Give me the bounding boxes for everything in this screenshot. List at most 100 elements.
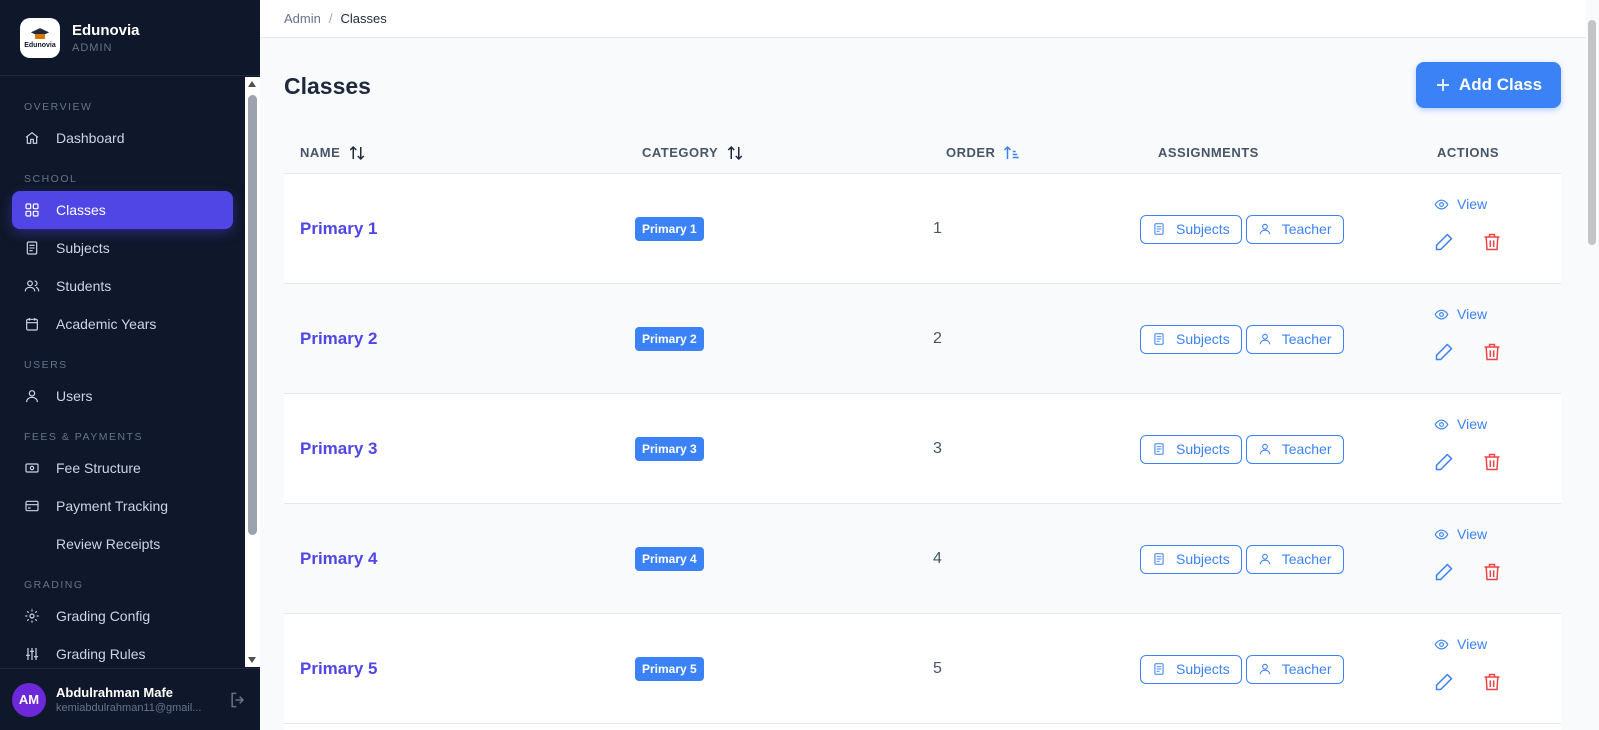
sidebar-item-dashboard[interactable]: Dashboard (12, 119, 233, 157)
user-icon (1258, 442, 1272, 456)
table-body: Primary 1 Primary 1 1 Subjects Teacher V… (284, 174, 1561, 724)
delete-icon[interactable] (1482, 672, 1502, 692)
sidebar-item-classes[interactable]: Classes (12, 191, 233, 229)
sidebar-item-label: Students (56, 278, 112, 294)
sort-ascending-icon[interactable] (1003, 144, 1021, 162)
subjects-label: Subjects (1176, 551, 1230, 567)
column-category[interactable]: CATEGORY (642, 131, 744, 174)
column-name[interactable]: NAME (300, 131, 366, 174)
view-button[interactable]: View (1434, 416, 1487, 432)
class-name-link[interactable]: Primary 3 (300, 439, 378, 459)
user-icon (24, 388, 40, 404)
scroll-up-arrow[interactable] (248, 81, 256, 87)
delete-icon[interactable] (1482, 232, 1502, 252)
main-scrollbar[interactable] (1586, 0, 1599, 730)
row-actions: View (1434, 284, 1544, 394)
brand-logo: Edunovia (20, 17, 60, 58)
class-name-link[interactable]: Primary 5 (300, 659, 378, 679)
brand[interactable]: Edunovia Edunovia ADMIN (0, 0, 260, 76)
user-icon (1258, 332, 1272, 346)
edit-icon[interactable] (1434, 342, 1454, 362)
eye-icon (1434, 307, 1449, 322)
teacher-button[interactable]: Teacher (1245, 434, 1344, 464)
sidebar-nav: OVERVIEW Dashboard SCHOOL Classes Subjects St… (0, 77, 245, 667)
order-value: 2 (933, 330, 942, 347)
view-button[interactable]: View (1434, 306, 1487, 322)
add-class-button[interactable]: Add Class (1416, 62, 1561, 108)
breadcrumb-current: Classes (340, 11, 387, 26)
column-order[interactable]: ORDER (946, 131, 1021, 174)
view-button[interactable]: View (1434, 196, 1487, 212)
nav-section-title: SCHOOL (24, 173, 78, 185)
edit-icon[interactable] (1434, 562, 1454, 582)
sidebar-item-label: Grading Config (56, 608, 151, 624)
logout-icon[interactable] (228, 690, 248, 710)
credit-card-icon (24, 498, 40, 514)
breadcrumb-admin[interactable]: Admin (284, 11, 321, 26)
sidebar-item-academic-years[interactable]: Academic Years (12, 305, 233, 343)
user-profile: AM Abdulrahman Mafe kemiabdulrahman11@gm… (0, 668, 260, 730)
view-label: View (1457, 306, 1488, 322)
class-name-link[interactable]: Primary 2 (300, 329, 378, 349)
sidebar-item-review-receipts[interactable]: Review Receipts (12, 525, 233, 563)
sidebar-item-subjects[interactable]: Subjects (12, 229, 233, 267)
edit-icon[interactable] (1434, 452, 1454, 472)
nav-section-title: GRADING (24, 579, 84, 591)
delete-icon[interactable] (1482, 452, 1502, 472)
scrollbar-thumb[interactable] (248, 95, 257, 535)
sidebar-item-students[interactable]: Students (12, 267, 233, 305)
table-row: Primary 3 Primary 3 3 Subjects Teacher V… (284, 394, 1561, 504)
subjects-button[interactable]: Subjects (1140, 544, 1242, 574)
subjects-label: Subjects (1176, 221, 1230, 237)
sidebar-item-payment-tracking[interactable]: Payment Tracking (12, 487, 233, 525)
scroll-down-arrow[interactable] (248, 657, 256, 663)
sort-icon[interactable] (348, 144, 366, 162)
subjects-button[interactable]: Subjects (1140, 654, 1242, 684)
edit-icon[interactable] (1434, 232, 1454, 252)
sidebar-item-fee-structure[interactable]: Fee Structure (12, 449, 233, 487)
scrollbar-thumb[interactable] (1588, 20, 1596, 245)
table-row: Primary 2 Primary 2 2 Subjects Teacher V… (284, 284, 1561, 394)
teacher-button[interactable]: Teacher (1245, 544, 1344, 574)
subjects-button[interactable]: Subjects (1140, 214, 1242, 244)
class-name-link[interactable]: Primary 1 (300, 219, 378, 239)
teacher-button[interactable]: Teacher (1245, 654, 1344, 684)
sidebar-scrollbar[interactable] (245, 77, 260, 667)
user-icon (1258, 662, 1272, 676)
view-button[interactable]: View (1434, 636, 1487, 652)
column-order-label: ORDER (946, 145, 996, 160)
page-title: Classes (284, 73, 371, 99)
sidebar-item-label: Fee Structure (56, 460, 141, 476)
class-name-link[interactable]: Primary 4 (300, 549, 378, 569)
teacher-button[interactable]: Teacher (1245, 324, 1344, 354)
order-value: 4 (933, 550, 942, 567)
view-button[interactable]: View (1434, 526, 1487, 542)
add-class-label: Add Class (1458, 75, 1543, 94)
column-assignments-label: ASSIGNMENTS (1158, 145, 1259, 160)
delete-icon[interactable] (1482, 562, 1502, 582)
sidebar-item-label: Payment Tracking (56, 498, 169, 514)
plus-icon (1435, 77, 1451, 93)
teacher-button[interactable]: Teacher (1245, 214, 1344, 244)
category-badge: Primary 3 (635, 437, 704, 461)
column-assignments: ASSIGNMENTS (1158, 131, 1259, 174)
user-icon (1258, 552, 1272, 566)
sidebar-item-grading-rules[interactable]: Grading Rules (12, 635, 233, 667)
edit-icon[interactable] (1434, 672, 1454, 692)
sliders-icon (24, 646, 40, 662)
sidebar-item-users[interactable]: Users (12, 377, 233, 415)
subjects-button[interactable]: Subjects (1140, 434, 1242, 464)
teacher-label: Teacher (1281, 661, 1332, 677)
breadcrumb: Admin / Classes (260, 0, 1586, 38)
delete-icon[interactable] (1482, 342, 1502, 362)
table-row: Primary 1 Primary 1 1 Subjects Teacher V… (284, 174, 1561, 284)
teacher-label: Teacher (1281, 551, 1332, 567)
subjects-button[interactable]: Subjects (1140, 324, 1242, 354)
sidebar-item-grading-config[interactable]: Grading Config (12, 597, 233, 635)
sidebar-item-label: Academic Years (56, 316, 157, 332)
eye-icon (1434, 197, 1449, 212)
calendar-icon (24, 316, 40, 332)
brand-role: ADMIN (72, 41, 113, 54)
nav-section-title: FEES & PAYMENTS (24, 431, 143, 443)
sort-icon[interactable] (726, 144, 744, 162)
